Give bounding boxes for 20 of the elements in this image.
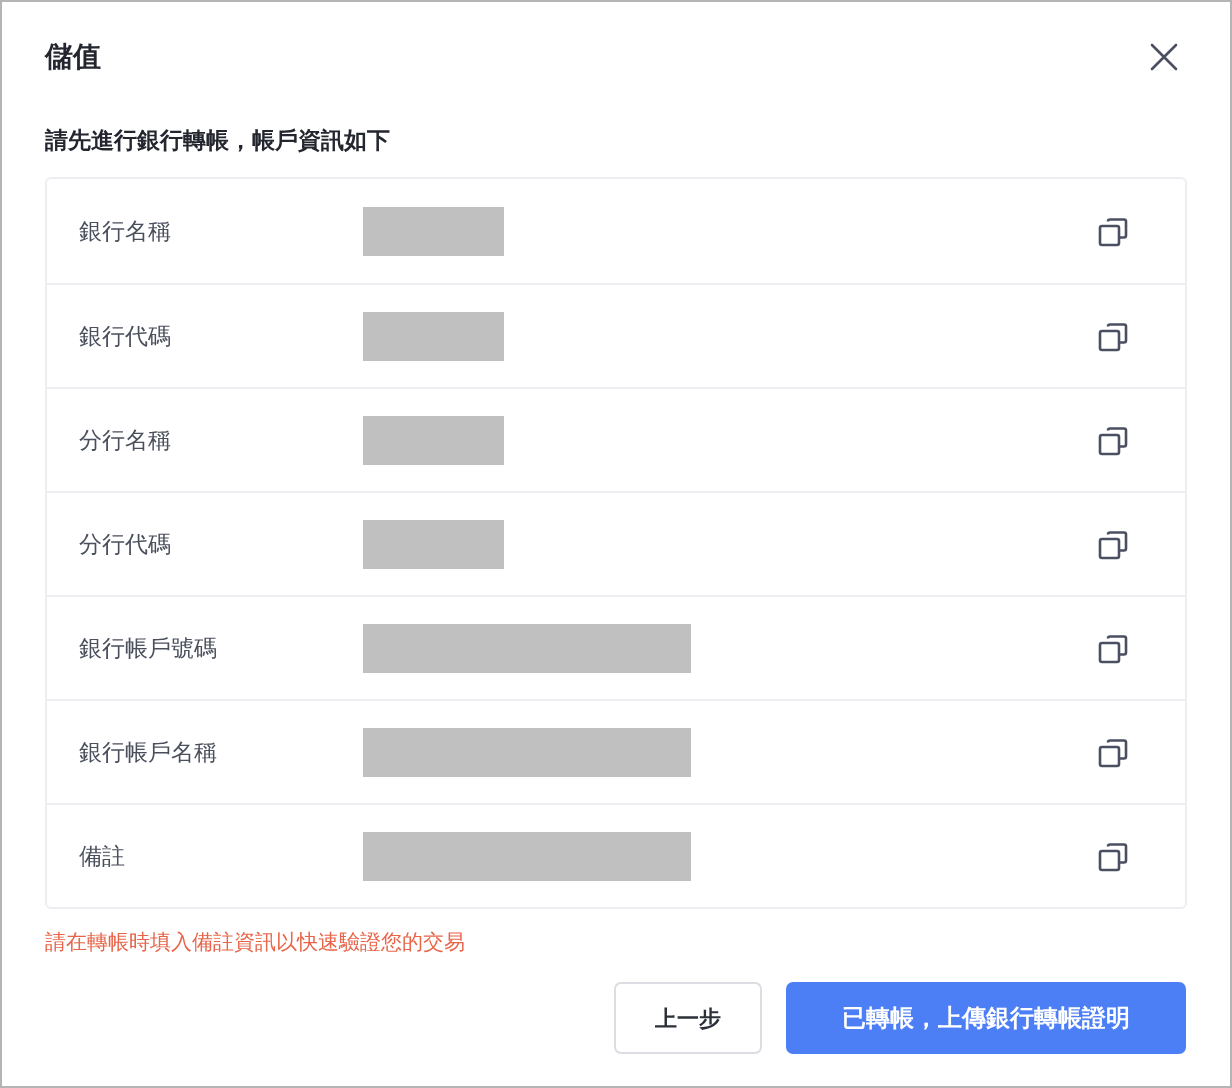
field-label: 分行名稱 [79, 428, 172, 452]
close-icon [1150, 43, 1178, 71]
copy-icon[interactable] [1097, 215, 1129, 247]
field-label: 銀行代碼 [79, 324, 172, 348]
copy-icon[interactable] [1097, 840, 1129, 872]
back-button[interactable]: 上一步 [614, 982, 762, 1054]
copy-icon[interactable] [1097, 736, 1129, 768]
upload-proof-button[interactable]: 已轉帳，上傳銀行轉帳證明 [786, 982, 1186, 1054]
dialog-title: 儲值 [45, 43, 101, 71]
copy-icon[interactable] [1097, 528, 1129, 560]
field-label: 備註 [79, 844, 126, 868]
copy-icon[interactable] [1097, 424, 1129, 456]
field-label: 銀行帳戶名稱 [79, 740, 218, 764]
field-label: 銀行帳戶號碼 [79, 636, 218, 660]
field-label: 分行代碼 [79, 532, 172, 556]
warning-note: 請在轉帳時填入備註資訊以快速驗證您的交易 [45, 931, 466, 952]
copy-icon[interactable] [1097, 632, 1129, 664]
instruction-text: 請先進行銀行轉帳，帳戶資訊如下 [45, 129, 391, 152]
copy-icon[interactable] [1097, 320, 1129, 352]
field-label: 銀行名稱 [79, 219, 172, 243]
